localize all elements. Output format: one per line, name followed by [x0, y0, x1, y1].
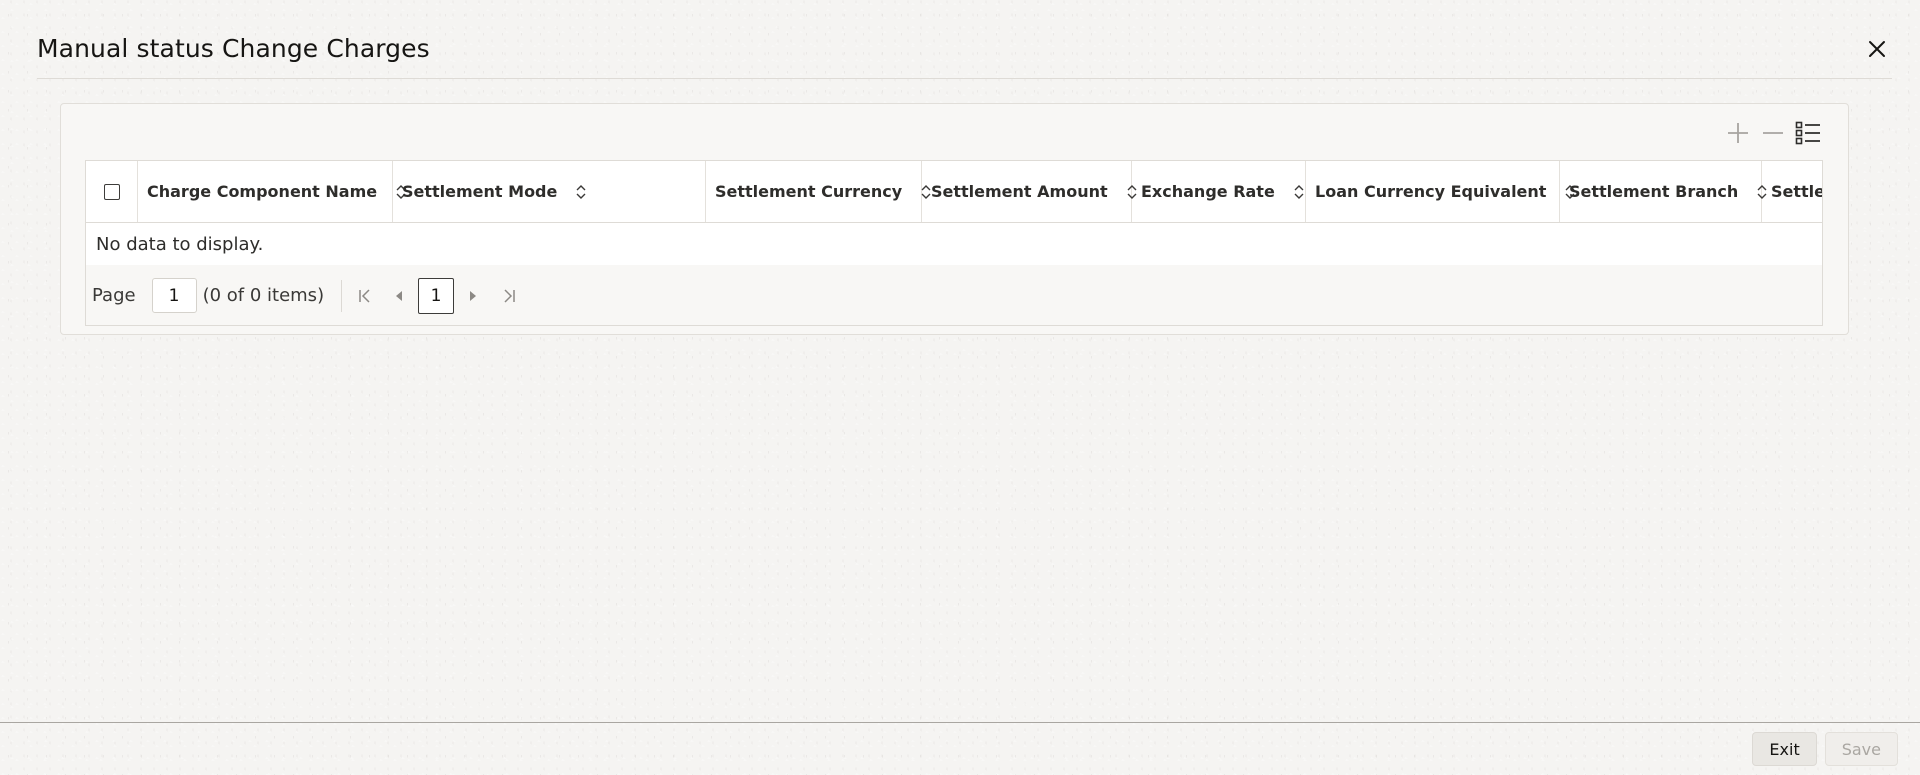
column-header-label: Settlement Currency: [715, 182, 903, 201]
previous-page-icon: [396, 290, 403, 301]
column-header-settlement-currency[interactable]: Settlement Currency: [706, 161, 931, 222]
empty-table-message: No data to display.: [86, 223, 1822, 265]
select-all-checkbox[interactable]: [103, 183, 120, 200]
dialog-title: Manual status Change Charges: [37, 34, 430, 63]
table-header-row: Charge Component Name Settlement Mode Se…: [86, 161, 1822, 223]
charges-panel: Charge Component Name Settlement Mode Se…: [60, 103, 1849, 335]
column-header-settlement-mode[interactable]: Settlement Mode: [393, 161, 706, 222]
header-divider: [37, 78, 1892, 79]
page-number-input[interactable]: [151, 278, 197, 313]
charges-table: Charge Component Name Settlement Mode Se…: [85, 160, 1823, 326]
footer-divider: [0, 722, 1920, 723]
first-page-button[interactable]: [354, 281, 376, 311]
select-all-cell: [86, 161, 138, 222]
sort-icon[interactable]: [575, 184, 587, 200]
next-page-icon: [470, 290, 477, 301]
column-header-label: Settlem: [1771, 182, 1822, 201]
plus-icon: [1727, 122, 1748, 143]
column-header-settlement-truncated[interactable]: Settlem: [1762, 161, 1822, 222]
add-row-button[interactable]: [1723, 118, 1752, 147]
column-list-icon: [1795, 121, 1820, 144]
page-label: Page: [92, 285, 136, 306]
current-page-button[interactable]: 1: [418, 277, 455, 314]
dialog-footer: Exit Save: [1752, 732, 1898, 766]
manage-columns-button[interactable]: [1793, 118, 1822, 147]
column-header-label: Exchange Rate: [1141, 182, 1275, 201]
exit-button[interactable]: Exit: [1752, 732, 1817, 766]
items-summary: (0 of 0 items): [202, 285, 325, 306]
table-toolbar: [1723, 118, 1822, 147]
minus-icon: [1762, 131, 1783, 134]
last-page-icon: [504, 288, 515, 303]
pagination-divider: [341, 279, 343, 312]
column-header-label: Settlement Amount: [931, 182, 1108, 201]
remove-row-button[interactable]: [1758, 118, 1787, 147]
close-icon: [1869, 41, 1885, 57]
column-header-label: Charge Component Name: [147, 182, 378, 201]
column-header-settlement-amount[interactable]: Settlement Amount: [922, 161, 1137, 222]
sort-icon[interactable]: [1293, 184, 1305, 200]
column-header-settlement-branch[interactable]: Settlement Branch: [1560, 161, 1767, 222]
pagination-bar: Page (0 of 0 items) 1: [86, 265, 1822, 325]
column-header-exchange-rate[interactable]: Exchange Rate: [1132, 161, 1306, 222]
first-page-icon: [359, 288, 370, 303]
column-header-label: Loan Currency Equivalent: [1315, 182, 1547, 201]
column-header-charge-component-name[interactable]: Charge Component Name: [138, 161, 406, 222]
close-button[interactable]: [1862, 34, 1892, 64]
column-header-label: Settlement Branch: [1569, 182, 1739, 201]
next-page-button[interactable]: [462, 281, 484, 311]
column-header-label: Settlement Mode: [402, 182, 558, 201]
column-header-loan-currency-equivalent[interactable]: Loan Currency Equivalent: [1306, 161, 1575, 222]
save-button[interactable]: Save: [1824, 732, 1898, 766]
previous-page-button[interactable]: [388, 281, 410, 311]
last-page-button[interactable]: [498, 281, 520, 311]
